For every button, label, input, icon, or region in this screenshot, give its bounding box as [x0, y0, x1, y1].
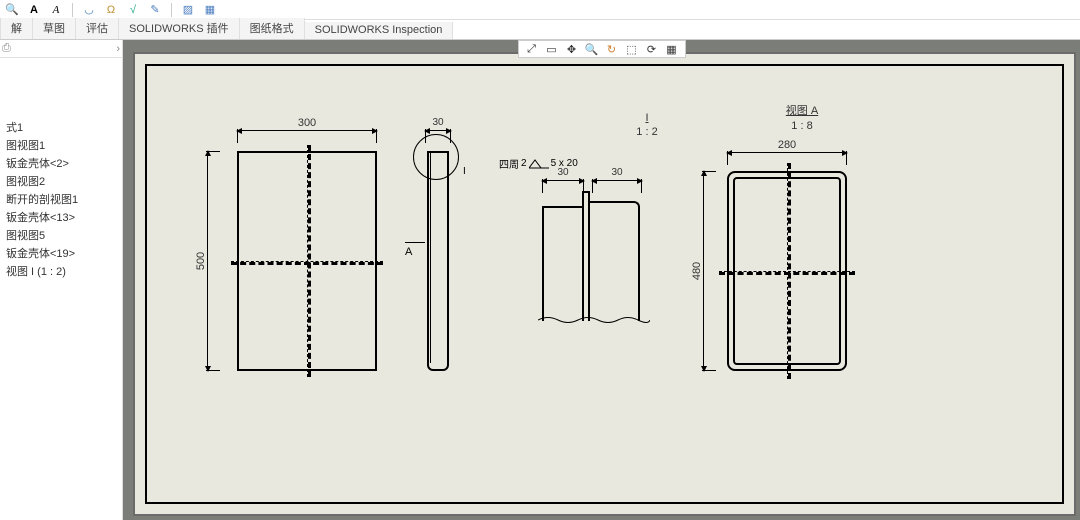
dimension-detail-right[interactable]: 30 — [592, 180, 642, 181]
weld-note-d1: 2 — [521, 158, 527, 169]
detail-callout-circle[interactable] — [413, 134, 459, 180]
centerline-v — [307, 145, 311, 377]
tab-0[interactable]: 解 — [0, 18, 33, 39]
dimension-front-width[interactable]: 300 — [237, 130, 377, 131]
tree-item[interactable]: 断开的剖视图1 — [2, 190, 118, 208]
dimension-value: 280 — [778, 139, 796, 151]
dimension-front-height[interactable]: 500 — [207, 151, 208, 371]
hatch-icon[interactable]: ▨ — [180, 2, 196, 18]
tree-item[interactable]: 图视图1 — [2, 136, 118, 154]
refresh-icon[interactable]: ⟳ — [645, 42, 659, 56]
front-view[interactable] — [237, 151, 377, 371]
view-a-title: 视图 A — [767, 102, 837, 118]
tree-item[interactable]: 视图 I (1 : 2) — [2, 262, 118, 280]
block-icon[interactable]: ▦ — [202, 2, 218, 18]
detail-label-num: I — [617, 112, 677, 124]
text-style-icon[interactable]: A — [48, 2, 64, 18]
tab-evaluate[interactable]: 评估 — [76, 18, 119, 39]
zoom-icon[interactable]: 🔍 — [585, 42, 599, 56]
side-view[interactable] — [427, 151, 449, 371]
view-icon[interactable]: ⬚ — [625, 42, 639, 56]
dimension-value: 500 — [195, 252, 207, 270]
tree-item[interactable]: 图视图5 — [2, 226, 118, 244]
command-tabs: 解 草图 评估 SOLIDWORKS 插件 图纸格式 SOLIDWORKS In… — [0, 20, 1080, 40]
chevron-right-icon[interactable]: › — [116, 43, 120, 55]
top-icon-bar: 🔍 A A ◡ Ω √ ✎ ▨ ▦ — [0, 0, 1080, 20]
tab-addins[interactable]: SOLIDWORKS 插件 — [119, 18, 240, 39]
view-a-ratio: 1 : 8 — [767, 120, 837, 132]
tree-header-icon: ⎙ — [2, 42, 11, 55]
section-label: A — [405, 246, 412, 258]
display-icon[interactable]: ▦ — [665, 42, 679, 56]
tree-item[interactable]: 钣金壳体<2> — [2, 154, 118, 172]
dimension-viewa-height[interactable]: 480 — [703, 171, 704, 371]
pan-icon[interactable]: ✥ — [565, 42, 579, 56]
check-icon[interactable]: √ — [125, 2, 141, 18]
dimension-viewa-width[interactable]: 280 — [727, 152, 847, 153]
weld-symbol-icon — [529, 158, 549, 170]
separator — [72, 3, 73, 17]
dimension-value: 30 — [557, 167, 568, 178]
section-line[interactable] — [405, 242, 425, 243]
tab-sketch[interactable]: 草图 — [33, 18, 76, 39]
zoom-fit-icon[interactable]: ⤢ — [525, 42, 539, 56]
rotate-icon[interactable]: ↻ — [605, 42, 619, 56]
detail-view[interactable] — [542, 191, 642, 321]
detail-label-ratio: 1 : 2 — [617, 126, 677, 138]
tab-inspection[interactable]: SOLIDWORKS Inspection — [305, 22, 454, 39]
main-area: ⎙ › 式1 图视图1 钣金壳体<2> 图视图2 断开的剖视图1 钣金壳体<13… — [0, 40, 1080, 520]
view-a-label[interactable]: 视图 A 1 : 8 — [767, 102, 837, 132]
dimension-value: 30 — [432, 117, 443, 128]
balloon-icon[interactable]: Ω — [103, 2, 119, 18]
tree-item[interactable]: 图视图2 — [2, 172, 118, 190]
detail-view-label[interactable]: I 1 : 2 — [617, 112, 677, 138]
tree-body[interactable]: 式1 图视图1 钣金壳体<2> 图视图2 断开的剖视图1 钣金壳体<13> 图视… — [0, 58, 122, 280]
tree-item[interactable]: 式1 — [2, 118, 118, 136]
text-icon[interactable]: A — [26, 2, 42, 18]
tree-spacer — [2, 64, 118, 118]
dimension-value: 480 — [691, 262, 703, 280]
feature-tree-panel: ⎙ › 式1 图视图1 钣金壳体<2> 图视图2 断开的剖视图1 钣金壳体<13… — [0, 40, 123, 520]
dimension-detail-left[interactable]: 30 — [542, 180, 584, 181]
sheet-border: 300 500 30 — [145, 64, 1064, 504]
weld-note-prefix: 四周 — [499, 156, 519, 171]
drawing-canvas[interactable]: ⤢ ▭ ✥ 🔍 ↻ ⬚ ⟳ ▦ 300 — [123, 40, 1080, 520]
dimension-side-width[interactable]: 30 — [425, 130, 451, 131]
find-icon[interactable]: 🔍 — [4, 2, 20, 18]
detail-callout-label: I — [463, 166, 466, 177]
break-line-icon — [538, 315, 650, 325]
view-toolbar: ⤢ ▭ ✥ 🔍 ↻ ⬚ ⟳ ▦ — [518, 40, 686, 58]
tab-sheetformat[interactable]: 图纸格式 — [240, 18, 305, 39]
arc-icon[interactable]: ◡ — [81, 2, 97, 18]
tree-item[interactable]: 钣金壳体<13> — [2, 208, 118, 226]
dimension-value: 300 — [298, 117, 316, 129]
tree-item[interactable]: 钣金壳体<19> — [2, 244, 118, 262]
drawing-sheet[interactable]: 300 500 30 — [133, 52, 1076, 516]
dimension-value: 30 — [611, 167, 622, 178]
tree-header[interactable]: ⎙ › — [0, 40, 122, 58]
centerline-icon[interactable]: ✎ — [147, 2, 163, 18]
centerline-v — [787, 163, 791, 379]
view-a[interactable] — [727, 171, 847, 371]
zoom-window-icon[interactable]: ▭ — [545, 42, 559, 56]
separator — [171, 3, 172, 17]
